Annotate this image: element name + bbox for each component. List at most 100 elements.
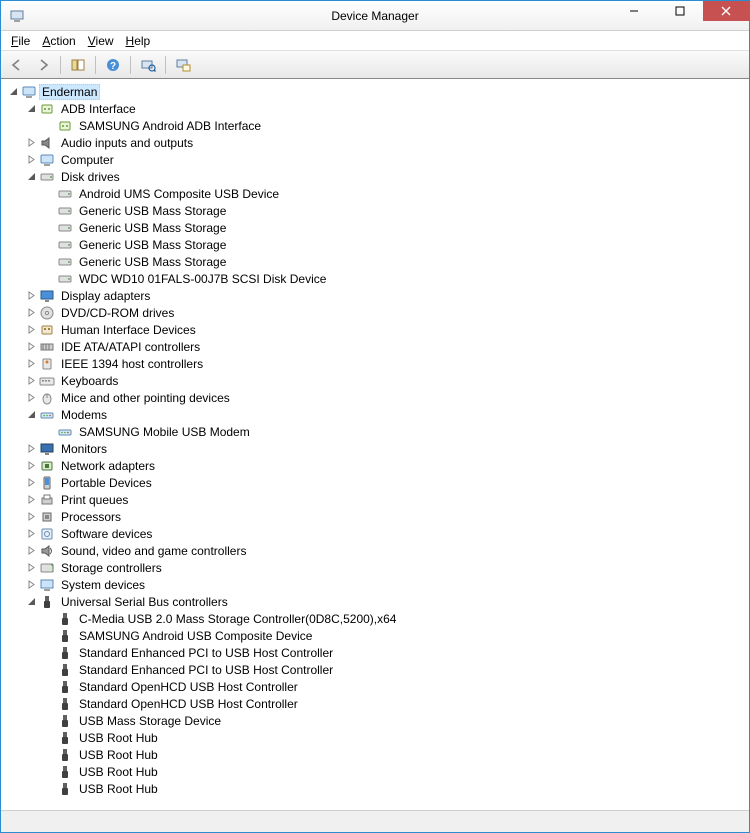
expand-arrow-icon[interactable] — [23, 356, 39, 372]
expand-arrow-icon[interactable] — [23, 288, 39, 304]
tree-node[interactable]: Disk drives — [5, 168, 745, 185]
keyboard-icon — [39, 373, 55, 389]
tree-node[interactable]: Print queues — [5, 491, 745, 508]
tree-node[interactable]: Computer — [5, 151, 745, 168]
tree-node-label: Modems — [59, 408, 109, 422]
tree-node[interactable]: IDE ATA/ATAPI controllers — [5, 338, 745, 355]
tree-node[interactable]: Human Interface Devices — [5, 321, 745, 338]
tree-node[interactable]: Generic USB Mass Storage — [5, 202, 745, 219]
close-button[interactable] — [703, 1, 749, 21]
expand-arrow-icon[interactable] — [23, 373, 39, 389]
tree-node-label: USB Mass Storage Device — [77, 714, 223, 728]
tree-node[interactable]: Standard OpenHCD USB Host Controller — [5, 695, 745, 712]
forward-button[interactable] — [31, 54, 55, 76]
collapse-arrow-icon[interactable] — [23, 101, 39, 117]
menu-help[interactable]: Help — [120, 32, 157, 50]
tree-node[interactable]: Standard Enhanced PCI to USB Host Contro… — [5, 644, 745, 661]
tree-node[interactable]: Standard Enhanced PCI to USB Host Contro… — [5, 661, 745, 678]
tree-node[interactable]: WDC WD10 01FALS-00J7B SCSI Disk Device — [5, 270, 745, 287]
tree-node[interactable]: Generic USB Mass Storage — [5, 236, 745, 253]
expand-arrow-icon[interactable] — [23, 475, 39, 491]
tree-node-label: USB Root Hub — [77, 731, 160, 745]
menu-file[interactable]: File — [5, 32, 36, 50]
expand-arrow-icon[interactable] — [23, 492, 39, 508]
tree-node[interactable]: SAMSUNG Android ADB Interface — [5, 117, 745, 134]
usb-icon — [57, 611, 73, 627]
show-hide-tree-button[interactable] — [66, 54, 90, 76]
tree-node[interactable]: Software devices — [5, 525, 745, 542]
tree-node[interactable]: SAMSUNG Android USB Composite Device — [5, 627, 745, 644]
expand-arrow-icon[interactable] — [23, 305, 39, 321]
separator — [165, 56, 166, 74]
tree-node[interactable]: Storage controllers — [5, 559, 745, 576]
tree-node-label: Generic USB Mass Storage — [77, 255, 228, 269]
help-button[interactable]: ? — [101, 54, 125, 76]
tree-node[interactable]: Generic USB Mass Storage — [5, 219, 745, 236]
scan-hardware-button[interactable] — [136, 54, 160, 76]
titlebar[interactable]: Device Manager — [1, 1, 749, 31]
tree-node[interactable]: Processors — [5, 508, 745, 525]
tree-node-label: Sound, video and game controllers — [59, 544, 248, 558]
tree-node[interactable]: System devices — [5, 576, 745, 593]
tree-node[interactable]: Standard OpenHCD USB Host Controller — [5, 678, 745, 695]
expand-arrow-icon[interactable] — [23, 560, 39, 576]
tree-node[interactable]: Portable Devices — [5, 474, 745, 491]
separator — [130, 56, 131, 74]
tree-node[interactable]: ADB Interface — [5, 100, 745, 117]
expand-arrow-icon[interactable] — [23, 509, 39, 525]
tree-node[interactable]: Network adapters — [5, 457, 745, 474]
expand-arrow-icon[interactable] — [23, 152, 39, 168]
tree-node-label: Monitors — [59, 442, 109, 456]
device-tree[interactable]: EndermanADB InterfaceSAMSUNG Android ADB… — [1, 79, 749, 810]
tree-node[interactable]: USB Root Hub — [5, 763, 745, 780]
disk-icon — [57, 237, 73, 253]
tree-node[interactable]: Sound, video and game controllers — [5, 542, 745, 559]
tree-node[interactable]: Display adapters — [5, 287, 745, 304]
tree-node[interactable]: USB Mass Storage Device — [5, 712, 745, 729]
usb-icon — [57, 679, 73, 695]
tree-node[interactable]: Keyboards — [5, 372, 745, 389]
collapse-arrow-icon[interactable] — [23, 407, 39, 423]
back-button[interactable] — [5, 54, 29, 76]
tree-node[interactable]: Generic USB Mass Storage — [5, 253, 745, 270]
audio-icon — [39, 135, 55, 151]
tree-node[interactable]: USB Root Hub — [5, 780, 745, 797]
modem-icon — [57, 424, 73, 440]
tree-node[interactable]: Universal Serial Bus controllers — [5, 593, 745, 610]
expand-arrow-icon[interactable] — [23, 577, 39, 593]
tree-node-label: Human Interface Devices — [59, 323, 198, 337]
tree-node[interactable]: Modems — [5, 406, 745, 423]
collapse-arrow-icon[interactable] — [23, 594, 39, 610]
tree-node-label: USB Root Hub — [77, 748, 160, 762]
tree-node[interactable]: Enderman — [5, 83, 745, 100]
tree-node[interactable]: USB Root Hub — [5, 746, 745, 763]
tree-node[interactable]: C-Media USB 2.0 Mass Storage Controller(… — [5, 610, 745, 627]
expand-arrow-icon[interactable] — [23, 441, 39, 457]
minimize-button[interactable] — [611, 1, 657, 21]
expand-arrow-icon[interactable] — [23, 135, 39, 151]
expand-arrow-icon[interactable] — [23, 458, 39, 474]
expand-arrow-icon[interactable] — [23, 339, 39, 355]
expand-arrow-icon[interactable] — [23, 543, 39, 559]
expand-arrow-icon[interactable] — [23, 390, 39, 406]
tree-node-label: Generic USB Mass Storage — [77, 221, 228, 235]
network-icon — [39, 458, 55, 474]
expand-arrow-icon[interactable] — [23, 322, 39, 338]
menu-action[interactable]: Action — [36, 32, 81, 50]
expand-arrow-icon[interactable] — [23, 526, 39, 542]
tree-node[interactable]: Audio inputs and outputs — [5, 134, 745, 151]
tree-node-label: Standard Enhanced PCI to USB Host Contro… — [77, 646, 335, 660]
tree-node[interactable]: IEEE 1394 host controllers — [5, 355, 745, 372]
collapse-arrow-icon[interactable] — [23, 169, 39, 185]
collapse-arrow-icon[interactable] — [5, 84, 21, 100]
tree-node[interactable]: DVD/CD-ROM drives — [5, 304, 745, 321]
tree-node[interactable]: Monitors — [5, 440, 745, 457]
menu-view[interactable]: View — [82, 32, 120, 50]
properties-button[interactable] — [171, 54, 195, 76]
tree-node-label: Universal Serial Bus controllers — [59, 595, 230, 609]
tree-node[interactable]: SAMSUNG Mobile USB Modem — [5, 423, 745, 440]
tree-node[interactable]: USB Root Hub — [5, 729, 745, 746]
tree-node[interactable]: Mice and other pointing devices — [5, 389, 745, 406]
tree-node[interactable]: Android UMS Composite USB Device — [5, 185, 745, 202]
maximize-button[interactable] — [657, 1, 703, 21]
